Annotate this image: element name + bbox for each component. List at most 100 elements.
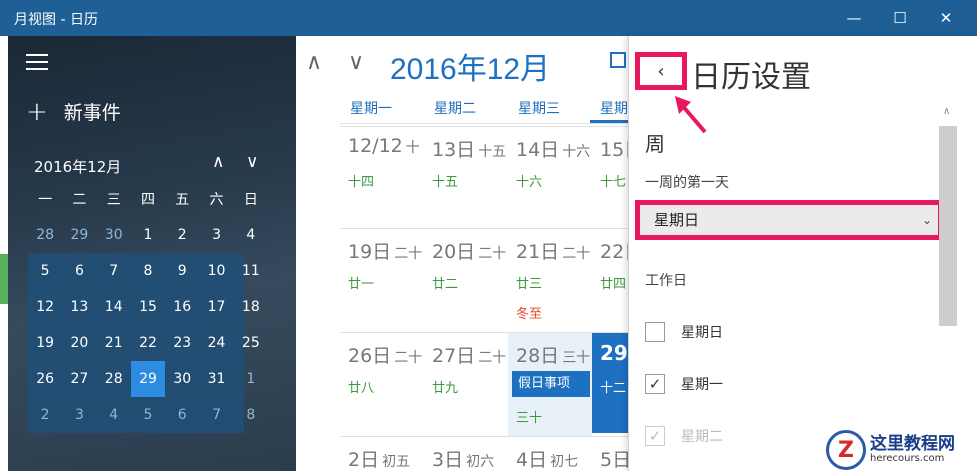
minimize-button[interactable]: — <box>831 0 877 36</box>
mini-day[interactable]: 11 <box>234 253 268 289</box>
mini-day[interactable]: 16 <box>165 289 199 325</box>
mini-day[interactable]: 24 <box>199 325 233 361</box>
day-cell[interactable]: 14日 十六 十六 <box>508 127 592 226</box>
mini-day[interactable]: 12 <box>28 289 62 325</box>
close-button[interactable]: ✕ <box>923 0 969 36</box>
checkmark-icon: ✓ <box>645 426 665 446</box>
day-cell[interactable]: 22日 廿四 <box>592 229 628 332</box>
mini-day[interactable]: 15 <box>131 289 165 325</box>
mini-day[interactable]: 1 <box>131 217 165 253</box>
new-event-button[interactable]: + 新事件 <box>26 98 121 125</box>
mini-day[interactable]: 30 <box>165 361 199 397</box>
day-cell[interactable]: 5日 <box>592 437 628 471</box>
lunar-date: 廿三 <box>516 277 543 292</box>
mini-weekday-label: 三 <box>106 192 121 208</box>
mini-day[interactable]: 5 <box>131 397 165 433</box>
day-cell[interactable]: 13日 十五 十五 <box>424 127 508 226</box>
mini-weekday-label: 五 <box>175 192 190 208</box>
mini-day[interactable]: 26 <box>28 361 62 397</box>
scrollbar-thumb[interactable] <box>939 126 957 326</box>
mini-day[interactable]: 27 <box>62 361 96 397</box>
watermark-title: 这里教程网 <box>870 434 955 454</box>
day-cell[interactable]: 20日 二十 廿二 <box>424 229 508 332</box>
day-cell[interactable]: 4日 初七 <box>508 437 592 471</box>
day-cell[interactable]: 15日 十七 <box>592 127 628 226</box>
previous-month-icon[interactable]: ∧ <box>306 50 322 75</box>
chevron-left-icon: ‹ <box>657 60 665 82</box>
week-row: 19日二十 廿一 20日二十 廿二 21日二十 廿三 冬至 22日 廿四 <box>340 228 628 332</box>
workday-sunday-checkbox[interactable]: 星期日 <box>645 322 723 342</box>
mini-day[interactable]: 2 <box>28 397 62 433</box>
mini-day[interactable]: 8 <box>131 253 165 289</box>
mini-day[interactable]: 13 <box>62 289 96 325</box>
mini-day[interactable]: 8 <box>234 397 268 433</box>
mini-day[interactable]: 18 <box>234 289 268 325</box>
day-cell[interactable]: 19日 二十 廿一 <box>340 229 424 332</box>
mini-day[interactable]: 29 <box>130 361 166 397</box>
weekday-label: 星期一 <box>350 101 392 117</box>
mini-day[interactable]: 3 <box>62 397 96 433</box>
event-chip[interactable]: 假日事项 <box>512 371 590 397</box>
mini-day[interactable]: 1 <box>234 361 268 397</box>
mini-day[interactable]: 20 <box>62 325 96 361</box>
mini-day[interactable]: 28 <box>28 217 62 253</box>
weekday-header: 星期一 星期二 星期三 星期 <box>340 94 628 124</box>
day-cell[interactable]: 28日 三十 假日事项 三十 <box>508 333 592 436</box>
mini-next-month-icon[interactable]: ∨ <box>246 152 258 172</box>
mini-day[interactable]: 6 <box>165 397 199 433</box>
title-bar: 月视图 - 日历 — ☐ ✕ <box>0 0 977 36</box>
weekday-label: 星期二 <box>434 101 476 117</box>
hamburger-icon[interactable] <box>26 54 48 75</box>
scroll-up-icon[interactable]: ∧ <box>943 106 950 117</box>
mini-day[interactable]: 5 <box>28 253 62 289</box>
mini-day[interactable]: 31 <box>199 361 233 397</box>
mini-day[interactable]: 17 <box>199 289 233 325</box>
workday-tuesday-checkbox[interactable]: ✓ 星期二 <box>645 426 723 446</box>
back-button[interactable]: ‹ <box>635 52 687 90</box>
mini-day[interactable]: 28 <box>97 361 131 397</box>
next-month-icon[interactable]: ∨ <box>348 50 364 75</box>
mini-day[interactable]: 23 <box>165 325 199 361</box>
month-title[interactable]: 2016年12月 <box>390 44 550 88</box>
mini-day[interactable]: 22 <box>131 325 165 361</box>
today-cell[interactable]: 29 十二 <box>592 333 628 433</box>
calendar-today-icon[interactable] <box>610 52 626 68</box>
workdays-label: 工作日 <box>645 273 687 289</box>
mini-day[interactable]: 19 <box>28 325 62 361</box>
mini-day[interactable]: 25 <box>234 325 268 361</box>
mini-weekday-label: 二 <box>72 192 87 208</box>
day-cell[interactable]: 21日 二十 廿三 冬至 <box>508 229 592 332</box>
mini-day[interactable]: 3 <box>199 217 233 253</box>
mini-day[interactable]: 4 <box>97 397 131 433</box>
mini-prev-month-icon[interactable]: ∧ <box>212 152 224 172</box>
mini-weekday-label: 日 <box>243 192 258 208</box>
chevron-down-icon: ⌄ <box>921 213 932 227</box>
checkmark-icon: ✓ <box>645 374 665 394</box>
mini-day[interactable]: 10 <box>199 253 233 289</box>
workday-monday-checkbox[interactable]: ✓ 星期一 <box>645 374 723 394</box>
mini-day[interactable]: 2 <box>165 217 199 253</box>
mini-day[interactable]: 21 <box>97 325 131 361</box>
first-day-select[interactable]: 星期日 ⌄ <box>635 200 943 240</box>
mini-day[interactable]: 14 <box>97 289 131 325</box>
day-cell[interactable]: 3日 初六 <box>424 437 508 471</box>
week-row: 2日 初五 3日 初六 4日 初七 5日 <box>340 436 628 471</box>
mini-day[interactable]: 9 <box>165 253 199 289</box>
mini-day[interactable]: 29 <box>62 217 96 253</box>
mini-day[interactable]: 6 <box>62 253 96 289</box>
mini-calendar-title[interactable]: 2016年12月 <box>34 156 121 177</box>
day-cell[interactable]: 12/12 十 十四 <box>340 127 424 226</box>
day-cell[interactable]: 2日 初五 <box>340 437 424 471</box>
mini-day[interactable]: 30 <box>97 217 131 253</box>
maximize-button[interactable]: ☐ <box>877 0 923 36</box>
lunar-date: 十六 <box>516 175 543 190</box>
mini-day[interactable]: 7 <box>97 253 131 289</box>
day-cell[interactable]: 27日 二十 廿九 <box>424 333 508 436</box>
lunar-date: 十七 <box>600 175 627 190</box>
day-cell[interactable]: 26日 二十 廿八 <box>340 333 424 436</box>
checkbox-label: 星期二 <box>681 429 723 445</box>
mini-day[interactable]: 4 <box>234 217 268 253</box>
window-title: 月视图 - 日历 <box>14 12 98 28</box>
watermark-url: herecours.com <box>870 453 945 464</box>
mini-day[interactable]: 7 <box>199 397 233 433</box>
